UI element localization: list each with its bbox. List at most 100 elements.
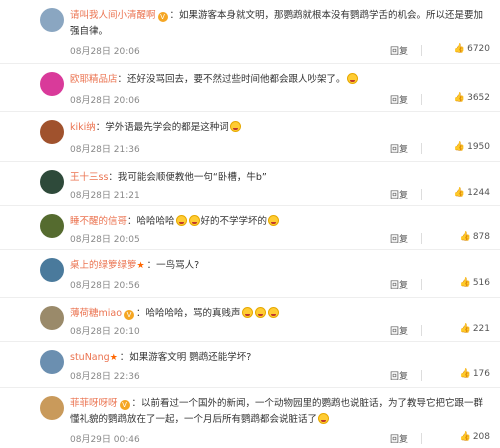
like-count: 3652 (467, 93, 490, 103)
like-count: 1950 (467, 142, 490, 152)
verified-badge-icon: V (157, 12, 168, 22)
like-button[interactable]: 👍 6720 (426, 44, 490, 54)
like-button[interactable]: 👍 1244 (426, 188, 490, 198)
thumbs-up-icon: 👍 (459, 324, 471, 334)
avatar[interactable] (40, 396, 64, 420)
like-button[interactable]: 👍 221 (426, 324, 490, 334)
reply-button[interactable]: 回复 (390, 232, 408, 245)
like-count: 516 (472, 278, 490, 288)
username[interactable]: stuNang (70, 352, 110, 363)
divider (421, 325, 422, 336)
comment-item: 欧耶精品店：还好没骂回去，要不然过些时间他都会跟人吵架了。 08月28日 20:… (0, 64, 500, 112)
like-button[interactable]: 👍 176 (426, 369, 490, 379)
reply-button[interactable]: 回复 (390, 278, 408, 291)
reply-button[interactable]: 回复 (390, 432, 408, 445)
divider (421, 233, 422, 244)
comment-item: 睡不醒的信哥：哈哈哈哈 好的不学学坏的 08月28日 20:05 回复 👍 878 (0, 206, 500, 250)
reply-button[interactable]: 回复 (390, 142, 408, 155)
comment-text: ：我可能会顺便教他一句“卧槽，牛b” (108, 172, 267, 183)
timestamp: 08月28日 21:21 (70, 191, 140, 201)
divider (421, 143, 422, 154)
avatar[interactable] (40, 214, 64, 238)
like-button[interactable]: 👍 516 (426, 278, 490, 288)
timestamp: 08月28日 22:36 (70, 372, 140, 382)
like-button[interactable]: 👍 208 (426, 432, 490, 442)
smirk-emoji-icon (229, 121, 241, 132)
like-count: 221 (472, 324, 490, 334)
comment-text: ：以前看过一个国外的新闻，一个动物园里的鹦鹉也说脏话，为了教导它把它跟一群懂礼貌… (70, 398, 484, 425)
timestamp: 08月29日 00:46 (70, 435, 140, 445)
thumbs-up-icon: 👍 (459, 369, 471, 379)
username[interactable]: 王十三ss (70, 172, 108, 183)
comment-item: 王十三ss：我可能会顺便教他一句“卧槽，牛b” 08月28日 21:21 回复 … (0, 162, 500, 206)
comment-item: kiki纳：学外语最先学会的都是这种词 08月28日 21:36 回复 👍 195… (0, 112, 500, 162)
like-count: 176 (472, 369, 490, 379)
verified-badge-icon: V (119, 400, 130, 410)
reply-button[interactable]: 回复 (390, 369, 408, 382)
thumbs-up-icon: 👍 (453, 93, 466, 103)
comment-text: ：学外语最先学会的都是这种词 (95, 122, 229, 133)
like-count: 6720 (467, 44, 490, 54)
reply-button[interactable]: 回复 (390, 44, 408, 57)
username[interactable]: 请叫我人间小清醒啊 (70, 10, 156, 21)
username[interactable]: 菲菲呀呀呀 (70, 398, 118, 409)
laughing-emoji-icon (175, 215, 187, 226)
comment-text: ：一鸟骂人? (146, 260, 200, 271)
comment-text: ：哈哈哈哈 (127, 216, 175, 227)
verified-badge-icon: V (124, 310, 135, 320)
timestamp: 08月28日 20:05 (70, 235, 140, 245)
avatar[interactable] (40, 170, 64, 194)
username[interactable]: 薄荷糖miao (70, 308, 122, 319)
thumbs-up-icon: 👍 (453, 44, 466, 54)
avatar[interactable] (40, 258, 64, 282)
avatar[interactable] (40, 306, 64, 330)
like-button[interactable]: 👍 3652 (426, 93, 490, 103)
comment-item: 菲菲呀呀呀 V ：以前看过一个国外的新闻，一个动物园里的鹦鹉也说脏话，为了教导它把它… (0, 388, 500, 448)
laughing-emoji-icon (346, 73, 358, 84)
star-badge-icon: ★ (109, 353, 118, 363)
thumbs-up-icon: 👍 (459, 278, 471, 288)
reply-button[interactable]: 回复 (390, 93, 408, 106)
comment-item: stuNang★ ：如果游客文明 鹦鹉还能学坏? 08月28日 22:36 回复 … (0, 342, 500, 388)
comment-text: ：还好没骂回去，要不然过些时间他都会跟人吵架了。 (117, 74, 346, 85)
thumbs-up-icon: 👍 (453, 188, 466, 198)
comment-item: 桌上的绿箩绿箩★ ：一鸟骂人? 08月28日 20:56 回复 👍 516 (0, 250, 500, 298)
comment-item: 薄荷糖miao V ：哈哈哈哈，骂的真贱声 08月28日 20:10 回复 👍 221 (0, 298, 500, 342)
like-count: 208 (472, 432, 490, 442)
comment-feed: 请叫我人间小清醒啊 V ：如果游客本身就文明，那鹦鹉就根本没有鹦鹉学舌的机会。所以还… (0, 0, 500, 448)
like-button[interactable]: 👍 1950 (426, 142, 490, 152)
like-count: 878 (472, 232, 490, 242)
username[interactable]: 桌上的绿箩绿箩 (70, 260, 137, 271)
reply-button[interactable]: 回复 (390, 188, 408, 201)
divider (421, 45, 422, 56)
username[interactable]: kiki纳 (70, 122, 96, 133)
divider (421, 279, 422, 290)
thumbs-up-icon: 👍 (459, 432, 471, 442)
timestamp: 08月28日 20:56 (70, 281, 140, 291)
laughing-emoji-icon (268, 215, 280, 226)
avatar[interactable] (40, 350, 64, 374)
timestamp: 08月28日 20:06 (70, 47, 140, 57)
laughing-emoji-icon (267, 307, 279, 318)
timestamp: 08月28日 20:10 (70, 327, 140, 337)
username[interactable]: 睡不醒的信哥 (70, 216, 127, 227)
avatar[interactable] (40, 72, 64, 96)
avatar[interactable] (40, 120, 64, 144)
divider (421, 94, 422, 105)
comment-item: 请叫我人间小清醒啊 V ：如果游客本身就文明，那鹦鹉就根本没有鹦鹉学舌的机会。所以还… (0, 0, 500, 64)
comment-text: ：哈哈哈哈，骂的真贱声 (136, 308, 241, 319)
username[interactable]: 欧耶精品店 (70, 74, 118, 85)
laughing-emoji-icon (241, 307, 253, 318)
divider (421, 370, 422, 381)
like-button[interactable]: 👍 878 (426, 232, 490, 242)
like-count: 1244 (467, 188, 490, 198)
comment-text: ：如果游客文明 鹦鹉还能学坏? (119, 352, 252, 363)
reply-button[interactable]: 回复 (390, 324, 408, 337)
laughing-emoji-icon (318, 413, 330, 424)
timestamp: 08月28日 21:36 (70, 145, 140, 155)
divider (421, 433, 422, 444)
avatar[interactable] (40, 8, 64, 32)
thumbs-up-icon: 👍 (453, 142, 466, 152)
laughing-emoji-icon (188, 215, 200, 226)
divider (421, 189, 422, 200)
